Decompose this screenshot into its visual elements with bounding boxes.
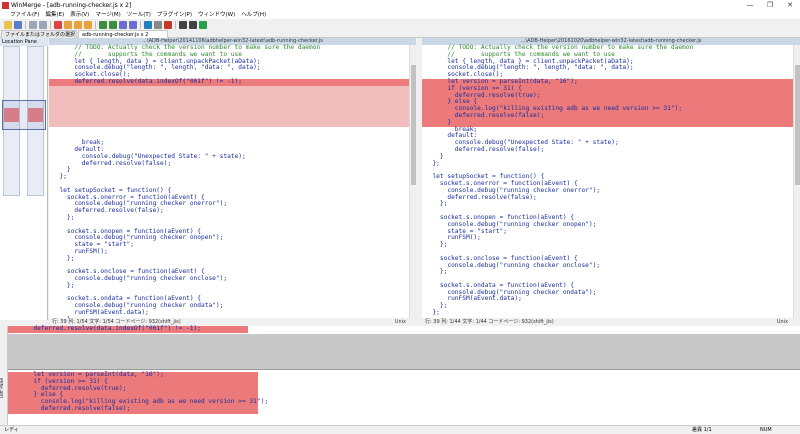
menu-items: ファイル(F) 編集(E) 表示(V) マージ(M) ツール(T) プラグイン(…	[10, 11, 266, 19]
maximize-button[interactable]: ❐	[760, 0, 780, 11]
status-bar: レディ 差異 1/1 NUM	[0, 425, 800, 433]
first-diff-icon[interactable]	[74, 20, 82, 29]
toolbar-separator	[50, 20, 51, 29]
right-status: 行: 39 列: 1/44 文字: 1/44 コードページ: 932(shift…	[422, 318, 800, 326]
code-line: };	[52, 281, 75, 289]
code-line: };	[425, 241, 448, 249]
menu-file[interactable]: ファイル(F)	[10, 11, 39, 19]
right-status-text: 行: 39 列: 1/44 文字: 1/44 コードページ: 932(shift…	[425, 319, 554, 325]
toolbar	[0, 19, 800, 30]
code-line: runFSM(aEvent.data);	[425, 295, 522, 303]
location-pane-title: Location Pane	[0, 38, 48, 46]
copy-all-right-icon[interactable]	[119, 20, 127, 29]
toolbar-separator	[95, 20, 96, 29]
code-line: }	[425, 118, 452, 126]
detail-left-code[interactable]: deferred.resolve(data.indexOf("001f") !=…	[11, 325, 201, 333]
code-line: deferred.resolve(true);	[425, 91, 541, 99]
menu-edit[interactable]: 編集(E)	[45, 11, 64, 19]
toolbar-separator	[25, 20, 26, 29]
right-code[interactable]: // TODO: Actually check the version numb…	[425, 44, 791, 317]
code-line: runFSM();	[425, 234, 481, 242]
options-icon[interactable]	[154, 20, 162, 29]
prev-diff-icon[interactable]	[64, 20, 72, 29]
minimize-button[interactable]: —	[740, 0, 760, 11]
menu-merge[interactable]: マージ(M)	[95, 11, 120, 19]
code-line: };	[425, 309, 440, 317]
code-line: deferred.resolve(false);	[52, 159, 172, 167]
code-line: }	[425, 152, 444, 160]
code-line: };	[425, 200, 448, 208]
right-eol: Unix	[776, 319, 788, 325]
left-vertical-scrollbar[interactable]	[409, 45, 416, 318]
right-scroll-thumb[interactable]	[795, 65, 800, 185]
code-line: };	[425, 268, 448, 276]
location-viewport[interactable]	[2, 100, 46, 130]
close-button[interactable]: ✕	[780, 0, 800, 11]
copy-left-icon[interactable]	[109, 20, 117, 29]
toolbar-separator	[140, 20, 141, 29]
code-line: };	[52, 213, 75, 221]
menu-tools[interactable]: ツール(T)	[127, 11, 151, 19]
code-line: deferred.resolve(false);	[425, 193, 537, 201]
detail-code-line: deferred.resolve(data.indexOf("001f") !=…	[11, 325, 201, 332]
left-code[interactable]: // TODO: Actually check the version numb…	[52, 44, 408, 330]
left-only-icon[interactable]	[179, 20, 187, 29]
filter-icon[interactable]	[164, 20, 172, 29]
code-line: console.debug("running checker onclose")…	[425, 261, 601, 269]
next-diff-icon[interactable]	[54, 20, 62, 29]
code-line: deferred.resolve(false);	[425, 111, 545, 119]
diff-detail-right[interactable]: let version = parseInt(data, "16"); if (…	[8, 370, 800, 425]
code-line: break;	[425, 125, 478, 133]
code-line: deferred.resolve(data.indexOf("001f") !=…	[52, 77, 242, 85]
save-icon[interactable]	[14, 20, 22, 29]
code-line: break;	[52, 139, 105, 147]
code-line: };	[52, 254, 75, 262]
toolbar-separator	[175, 20, 176, 29]
menu-view[interactable]: 表示(V)	[70, 11, 89, 19]
menu-plugins[interactable]: プラグイン(P)	[157, 11, 192, 19]
right-only-icon[interactable]	[189, 20, 197, 29]
compare-icon[interactable]	[199, 20, 207, 29]
copy-right-icon[interactable]	[99, 20, 107, 29]
code-line: };	[425, 302, 448, 310]
tab-compare[interactable]: adb-running-checker.js x 2	[78, 30, 168, 38]
detail-code-line: deferred.resolve(false);	[11, 404, 131, 412]
code-line: console.debug("running checker onclose")…	[52, 275, 228, 283]
refresh-icon[interactable]	[144, 20, 152, 29]
redo-icon[interactable]	[39, 20, 47, 29]
app-icon	[2, 2, 9, 9]
menu-window[interactable]: ウィンドウ(W)	[198, 11, 235, 19]
last-diff-icon[interactable]	[84, 20, 92, 29]
tab-select-files[interactable]: ファイルまたはフォルダの選択	[1, 30, 77, 38]
code-line: };	[52, 173, 67, 181]
window-title: WinMerge - [adb-running-checker.js x 2]	[11, 2, 132, 9]
code-line: runFSM();	[52, 247, 108, 255]
diff-pane-sidebar: Diff Pane	[0, 326, 8, 425]
menu-help[interactable]: ヘルプ(H)	[241, 11, 266, 19]
code-line: };	[425, 159, 440, 167]
code-line: deferred.resolve(false);	[425, 145, 545, 153]
code-line: deferred.resolve(false);	[52, 207, 164, 215]
code-line: runFSM(aEvent.data);	[52, 309, 149, 317]
diff-detail-left[interactable]: deferred.resolve(data.indexOf("001f") !=…	[8, 325, 800, 370]
code-line: }	[52, 166, 71, 174]
right-vertical-scrollbar[interactable]	[793, 45, 800, 318]
copy-all-left-icon[interactable]	[129, 20, 137, 29]
undo-icon[interactable]	[29, 20, 37, 29]
left-eol: Unix	[394, 319, 406, 325]
pane-splitter[interactable]	[416, 38, 422, 326]
detail-right-code[interactable]: let version = parseInt(data, "16"); if (…	[11, 371, 268, 413]
detail-left-empty-block	[8, 334, 800, 370]
diff-pane-label: Diff Pane	[0, 377, 5, 398]
open-icon[interactable]	[4, 20, 12, 29]
